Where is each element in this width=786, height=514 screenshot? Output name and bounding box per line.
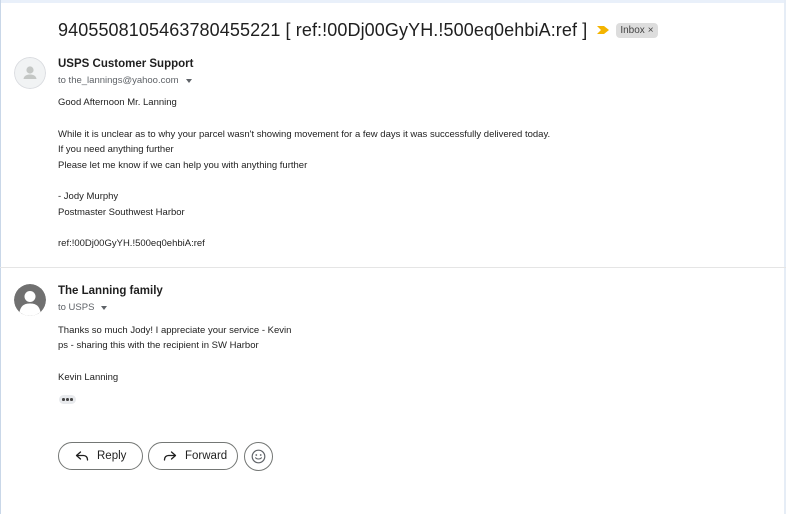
- chevron-down-icon: [101, 305, 108, 310]
- window-left-edge: [0, 0, 1, 514]
- forward-arrow-icon: [163, 451, 177, 461]
- message-2-signature: Kevin Lanning: [58, 372, 119, 383]
- message-1-body-line: If you need anything further: [58, 144, 174, 155]
- email-subject: 9405508105463780455221 [ ref:!00Dj00GyYH…: [58, 19, 588, 40]
- message-1-recipient-toggle[interactable]: to the_lannings@yahoo.com: [58, 75, 192, 86]
- reply-button-label: Reply: [97, 450, 127, 462]
- ellipsis-dot-icon: [70, 398, 73, 401]
- message-2-recipient: to USPS: [58, 302, 95, 313]
- person-avatar-icon: [14, 284, 46, 316]
- ellipsis-dot-icon: [62, 398, 65, 401]
- reply-arrow-icon: [75, 451, 89, 461]
- remove-label-icon[interactable]: ×: [648, 25, 654, 36]
- subject-row: 9405508105463780455221 [ ref:!00Dj00GyYH…: [58, 17, 658, 43]
- message-1-recipient: to the_lannings@yahoo.com: [58, 75, 179, 86]
- sender-avatar-lanning: [14, 284, 46, 316]
- sender-avatar-default: [14, 57, 46, 89]
- ellipsis-dot-icon: [66, 398, 69, 401]
- message-2-sender[interactable]: The Lanning family: [58, 285, 163, 297]
- message-1-signature-title: Postmaster Southwest Harbor: [58, 207, 185, 218]
- inbox-label-text: Inbox: [620, 24, 645, 36]
- reply-button[interactable]: Reply: [58, 442, 143, 470]
- message-divider: [0, 267, 786, 268]
- message-1-body-line: While it is unclear as to why your parce…: [58, 129, 551, 140]
- message-1-greeting: Good Afternoon Mr. Lanning: [58, 97, 177, 108]
- importance-marker-icon[interactable]: [596, 25, 610, 35]
- window-top-edge: [0, 0, 786, 3]
- forward-button-label: Forward: [185, 450, 228, 462]
- message-2-body-line: ps - sharing this with the recipient in …: [58, 340, 259, 351]
- message-2-recipient-toggle[interactable]: to USPS: [58, 302, 108, 313]
- message-1-sender[interactable]: USPS Customer Support: [58, 58, 193, 70]
- message-1-ref-code: ref:!00Dj00GyYH.!500eq0ehbiA:ref: [58, 238, 205, 249]
- chevron-down-icon: [185, 78, 192, 83]
- message-2-body-line: Thanks so much Jody! I appreciate your s…: [58, 325, 292, 336]
- inbox-label-chip: Inbox ×: [616, 22, 658, 38]
- add-reaction-button[interactable]: [244, 442, 273, 471]
- message-1-body-line: Please let me know if we can help you wi…: [58, 160, 308, 171]
- default-person-icon: [14, 57, 46, 89]
- message-1-signature-name: - Jody Murphy: [58, 191, 119, 202]
- forward-button[interactable]: Forward: [148, 442, 238, 470]
- show-trimmed-content-button[interactable]: [59, 395, 76, 404]
- smiley-icon: [251, 449, 266, 464]
